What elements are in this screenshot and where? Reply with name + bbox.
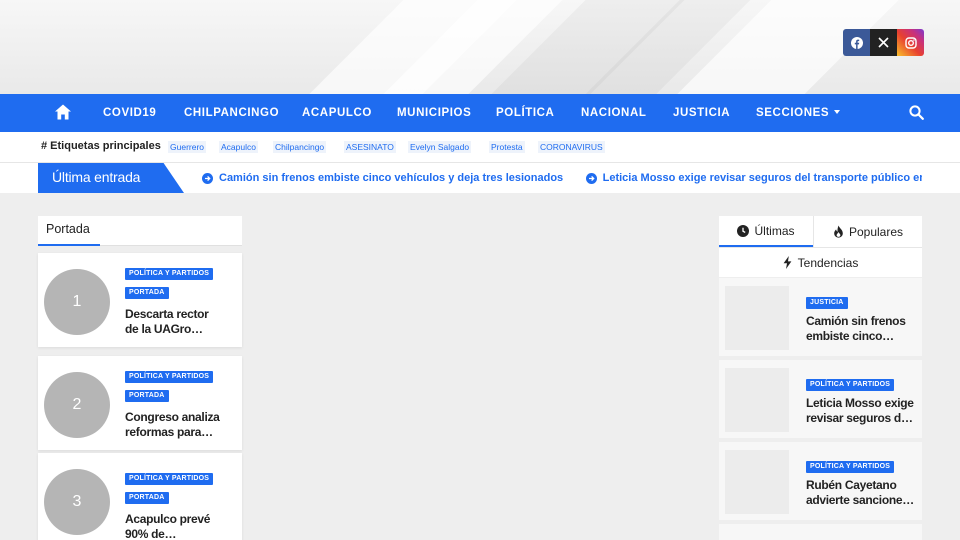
- facebook-icon: [850, 36, 863, 49]
- category-badge[interactable]: PORTADA: [125, 492, 169, 504]
- nav-item-nacional[interactable]: NACIONAL: [581, 94, 647, 132]
- instagram-button[interactable]: [897, 29, 924, 56]
- tags-heading: # Etiquetas principales: [41, 140, 161, 152]
- ticker-item-text: Camión sin frenos embiste cinco vehículo…: [219, 172, 564, 184]
- caret-down-icon: [834, 110, 841, 114]
- home-icon[interactable]: [54, 103, 72, 121]
- nav-item-covid19[interactable]: COVID19: [103, 94, 156, 132]
- post-title-line: 90% de…: [125, 527, 177, 540]
- search-icon[interactable]: [909, 105, 924, 120]
- category-badge[interactable]: POLÍTICA Y PARTIDOS: [806, 379, 895, 391]
- tag-link[interactable]: CORONAVIRUS: [538, 141, 605, 153]
- portada-post-card[interactable]: 2 POLÍTICA Y PARTIDOS PORTADA Congreso a…: [38, 356, 242, 450]
- post-number: 1: [44, 269, 110, 335]
- tag-link[interactable]: Evelyn Salgado: [408, 141, 472, 153]
- header-banner: [0, 0, 960, 94]
- post-title-line: Leticia Mosso exige: [806, 396, 914, 410]
- category-badge[interactable]: JUSTICIA: [806, 297, 848, 309]
- tab-label: Populares: [848, 224, 904, 239]
- facebook-button[interactable]: [843, 29, 870, 56]
- instagram-icon: [904, 36, 917, 49]
- sidebar-post-card[interactable]: JUSTICIA Camión sin frenos embiste cinco…: [719, 278, 922, 356]
- portada-title: Portada: [46, 222, 90, 236]
- tab-row: Últimas Populares: [719, 216, 922, 247]
- post-thumbnail[interactable]: [725, 368, 789, 432]
- bolt-icon: [783, 256, 792, 269]
- category-badge[interactable]: PORTADA: [125, 287, 169, 299]
- category-badge[interactable]: POLÍTICA Y PARTIDOS: [125, 371, 214, 383]
- post-thumbnail[interactable]: [725, 286, 789, 350]
- post-title[interactable]: Camión sin frenos embiste cinco…: [806, 314, 914, 344]
- post-title-line: Camión sin frenos: [806, 314, 906, 328]
- post-title[interactable]: Rubén Cayetano advierte sancione…: [806, 478, 914, 508]
- arrow-circle-right-icon: [202, 172, 213, 184]
- category-badge[interactable]: POLÍTICA Y PARTIDOS: [125, 268, 214, 280]
- tag-link[interactable]: ASESINATO: [344, 141, 396, 153]
- tab-ultimas[interactable]: Últimas: [719, 216, 813, 247]
- tags-bar: # Etiquetas principales Guerrero Acapulc…: [0, 132, 960, 163]
- post-number: 2: [44, 372, 110, 438]
- fire-icon: [834, 225, 843, 238]
- social-links: [843, 29, 924, 56]
- category-badge[interactable]: PORTADA: [125, 390, 169, 402]
- category-badge[interactable]: POLÍTICA Y PARTIDOS: [806, 461, 895, 473]
- post-title[interactable]: Acapulco prevé 90% de…: [125, 512, 225, 540]
- latest-ticker: Última entrada Camión sin frenos embiste…: [0, 163, 960, 193]
- nav-item-municipios[interactable]: MUNICIPIOS: [397, 94, 471, 132]
- tag-link[interactable]: Chilpancingo: [273, 141, 327, 153]
- tag-link[interactable]: Protesta: [489, 141, 525, 153]
- post-title-line: de la UAGro…: [125, 322, 203, 336]
- ticker-item[interactable]: Camión sin frenos embiste cinco vehículo…: [202, 163, 563, 193]
- main-nav: COVID19 CHILPANCINGO ACAPULCO MUNICIPIOS…: [0, 94, 960, 132]
- tag-link[interactable]: Guerrero: [168, 141, 207, 153]
- post-title-line: revisar seguros d…: [806, 411, 913, 425]
- post-title[interactable]: Leticia Mosso exige revisar seguros d…: [806, 396, 914, 426]
- x-button[interactable]: [870, 29, 897, 56]
- nav-item-acapulco[interactable]: ACAPULCO: [302, 94, 372, 132]
- sidebar-post-card[interactable]: POLÍTICA Y PARTIDOS Leticia Mosso exige …: [719, 360, 922, 438]
- nav-item-secciones-label: SECCIONES: [756, 107, 830, 119]
- tag-link[interactable]: Acapulco: [219, 141, 258, 153]
- ticker-item[interactable]: Leticia Mosso exige revisar seguros del …: [585, 163, 922, 193]
- portada-widget: Portada 1 POLÍTICA Y PARTIDOS PORTADA De…: [38, 216, 242, 540]
- post-title-line: reformas para…: [125, 425, 213, 439]
- tab-tendencias[interactable]: Tendencias: [719, 247, 922, 277]
- tab-populares[interactable]: Populares: [813, 216, 922, 247]
- portada-underline: [38, 244, 100, 246]
- sidebar-post-card[interactable]: [719, 524, 922, 540]
- tab-label: Últimas: [754, 223, 795, 238]
- sidebar-post-card[interactable]: POLÍTICA Y PARTIDOS Rubén Cayetano advie…: [719, 442, 922, 520]
- nav-item-secciones[interactable]: SECCIONES: [756, 94, 841, 132]
- portada-post-card[interactable]: 1 POLÍTICA Y PARTIDOS PORTADA Descarta r…: [38, 253, 242, 347]
- post-title[interactable]: Descarta rector de la UAGro…: [125, 307, 225, 337]
- ticker-label: Última entrada: [38, 163, 184, 193]
- post-title-line: Rubén Cayetano: [806, 478, 897, 492]
- ticker-track: Camión sin frenos embiste cinco vehículo…: [202, 163, 922, 193]
- clock-icon: [737, 224, 750, 237]
- post-title-line: Descarta rector: [125, 307, 209, 321]
- post-thumbnail[interactable]: [725, 450, 789, 514]
- portada-header: Portada: [38, 216, 242, 246]
- post-title[interactable]: Congreso analiza reformas para…: [125, 410, 225, 440]
- nav-item-justicia[interactable]: JUSTICIA: [673, 94, 730, 132]
- post-title-line: embiste cinco…: [806, 329, 894, 343]
- portada-post-card[interactable]: 3 POLÍTICA Y PARTIDOS PORTADA Acapulco p…: [38, 453, 242, 540]
- nav-item-politica[interactable]: POLÍTICA: [496, 94, 554, 132]
- ticker-item-text: Leticia Mosso exige revisar seguros del …: [602, 172, 922, 184]
- category-badge[interactable]: POLÍTICA Y PARTIDOS: [125, 473, 214, 485]
- arrow-circle-right-icon: [585, 172, 597, 184]
- x-icon: [878, 37, 889, 48]
- post-title-line: Acapulco prevé: [125, 512, 211, 526]
- nav-item-chilpancingo[interactable]: CHILPANCINGO: [184, 94, 279, 132]
- post-title-line: Congreso analiza: [125, 410, 220, 424]
- tab-label: Tendencias: [797, 255, 859, 270]
- post-number: 3: [44, 469, 110, 535]
- post-title-line: advierte sancione…: [806, 493, 914, 507]
